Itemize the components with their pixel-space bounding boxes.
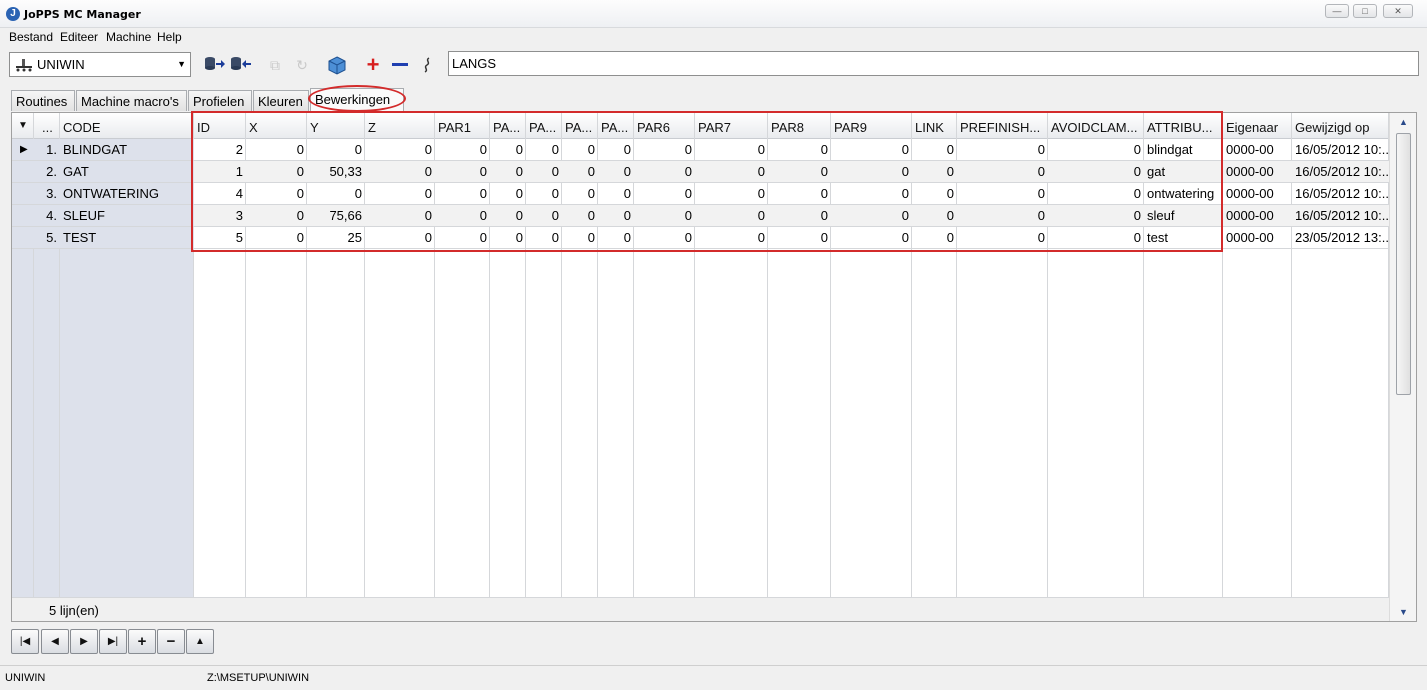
cell-gewijzigd[interactable]: 16/05/2012 10:...: [1292, 205, 1389, 227]
cell-num[interactable]: 1.: [34, 139, 60, 161]
data-grid[interactable]: ▼ ... CODE ID X Y Z PAR1 PA... PA... PA.…: [11, 111, 1417, 622]
row-count: 5: [49, 603, 57, 618]
status-bar: UNIWIN Z:\MSETUP\UNIWIN: [0, 665, 1427, 690]
delete-record-icon[interactable]: −: [157, 629, 185, 654]
row-indicator[interactable]: [12, 205, 34, 227]
cell-eigenaar[interactable]: 0000-00: [1223, 161, 1292, 183]
window-title: JoPPS MC Manager: [24, 8, 141, 21]
last-record-icon[interactable]: ▶|: [99, 629, 127, 654]
cell-num[interactable]: 2.: [34, 161, 60, 183]
cell-gewijzigd[interactable]: 16/05/2012 10:...: [1292, 139, 1389, 161]
cell-code[interactable]: SLEUF: [60, 205, 194, 227]
insert-record-icon[interactable]: +: [128, 629, 156, 654]
data-highlight-rectangle: [191, 111, 1223, 252]
cell-code[interactable]: BLINDGAT: [60, 139, 194, 161]
column-header-code[interactable]: CODE: [60, 113, 194, 139]
column-menu-chevron-icon[interactable]: ▼: [12, 113, 34, 139]
maximize-button[interactable]: □: [1353, 4, 1377, 18]
cell-eigenaar[interactable]: 0000-00: [1223, 205, 1292, 227]
close-button[interactable]: ✕: [1383, 4, 1413, 18]
refresh-icon[interactable]: ↻: [291, 55, 313, 75]
column-header-num[interactable]: ...: [34, 113, 60, 139]
cell-code[interactable]: GAT: [60, 161, 194, 183]
next-record-icon[interactable]: ▶: [70, 629, 98, 654]
copy-icon[interactable]: ⧉: [264, 55, 286, 75]
title-bar: J JoPPS MC Manager — □ ✕: [0, 0, 1427, 28]
row-indicator[interactable]: [12, 183, 34, 205]
cell-eigenaar[interactable]: 0000-00: [1223, 227, 1292, 249]
scroll-down-icon[interactable]: ▼: [1399, 607, 1408, 617]
export-db-icon[interactable]: [229, 55, 251, 75]
cell-gewijzigd[interactable]: 16/05/2012 10:...: [1292, 183, 1389, 205]
row-indicator[interactable]: [12, 227, 34, 249]
cell-gewijzigd[interactable]: 23/05/2012 13:...: [1292, 227, 1389, 249]
menu-machine[interactable]: Machine: [106, 30, 151, 44]
tab-highlight-ellipse: [308, 85, 406, 112]
machine-select[interactable]: UNIWIN ▼: [9, 52, 191, 77]
post-record-icon[interactable]: ▲: [186, 629, 214, 654]
cell-gewijzigd[interactable]: 16/05/2012 10:...: [1292, 161, 1389, 183]
cell-code[interactable]: TEST: [60, 227, 194, 249]
tab-profielen[interactable]: Profielen: [188, 90, 252, 111]
chevron-down-icon: ▼: [177, 59, 186, 69]
scroll-up-icon[interactable]: ▲: [1399, 117, 1408, 127]
row-count-label: lijn(en): [59, 603, 99, 618]
remove-icon[interactable]: [389, 55, 411, 75]
current-row-pointer-icon: ▶: [20, 144, 28, 155]
menu-bestand[interactable]: Bestand: [9, 30, 53, 44]
prior-record-icon[interactable]: ◀: [41, 629, 69, 654]
link-icon[interactable]: [416, 55, 438, 75]
scrollbar-thumb[interactable]: [1396, 133, 1411, 395]
row-indicator[interactable]: ▶: [12, 139, 34, 161]
first-record-icon[interactable]: |◀: [11, 629, 39, 654]
machine-select-value: UNIWIN: [37, 57, 85, 72]
cell-num[interactable]: 4.: [34, 205, 60, 227]
jopps-app-icon: J: [6, 7, 20, 21]
status-machine: UNIWIN: [5, 672, 46, 684]
column-header-eigenaar[interactable]: Eigenaar: [1223, 113, 1292, 139]
menu-bar: Bestand Editeer Machine Help: [0, 29, 1427, 47]
status-path: Z:\MSETUP\UNIWIN: [207, 672, 310, 684]
machine-icon: [16, 59, 32, 72]
filter-input[interactable]: [448, 51, 1419, 76]
cell-code[interactable]: ONTWATERING: [60, 183, 194, 205]
grid-footer: 5 lijn(en): [12, 597, 1389, 621]
cell-num[interactable]: 5.: [34, 227, 60, 249]
tab-machine-macros[interactable]: Machine macro's: [76, 90, 187, 111]
menu-editeer[interactable]: Editeer: [60, 30, 98, 44]
vertical-scrollbar[interactable]: ▲ ▼: [1389, 113, 1416, 621]
menu-help[interactable]: Help: [157, 30, 182, 44]
import-db-icon[interactable]: [203, 55, 225, 75]
tab-routines[interactable]: Routines: [11, 90, 75, 111]
column-header-gewijzigd[interactable]: Gewijzigd op: [1292, 113, 1389, 139]
cell-eigenaar[interactable]: 0000-00: [1223, 183, 1292, 205]
tab-kleuren[interactable]: Kleuren: [253, 90, 309, 111]
box-icon[interactable]: [326, 55, 348, 75]
row-indicator[interactable]: [12, 161, 34, 183]
cell-num[interactable]: 3.: [34, 183, 60, 205]
minimize-button[interactable]: —: [1325, 4, 1349, 18]
cell-eigenaar[interactable]: 0000-00: [1223, 139, 1292, 161]
add-icon[interactable]: +: [362, 54, 384, 76]
